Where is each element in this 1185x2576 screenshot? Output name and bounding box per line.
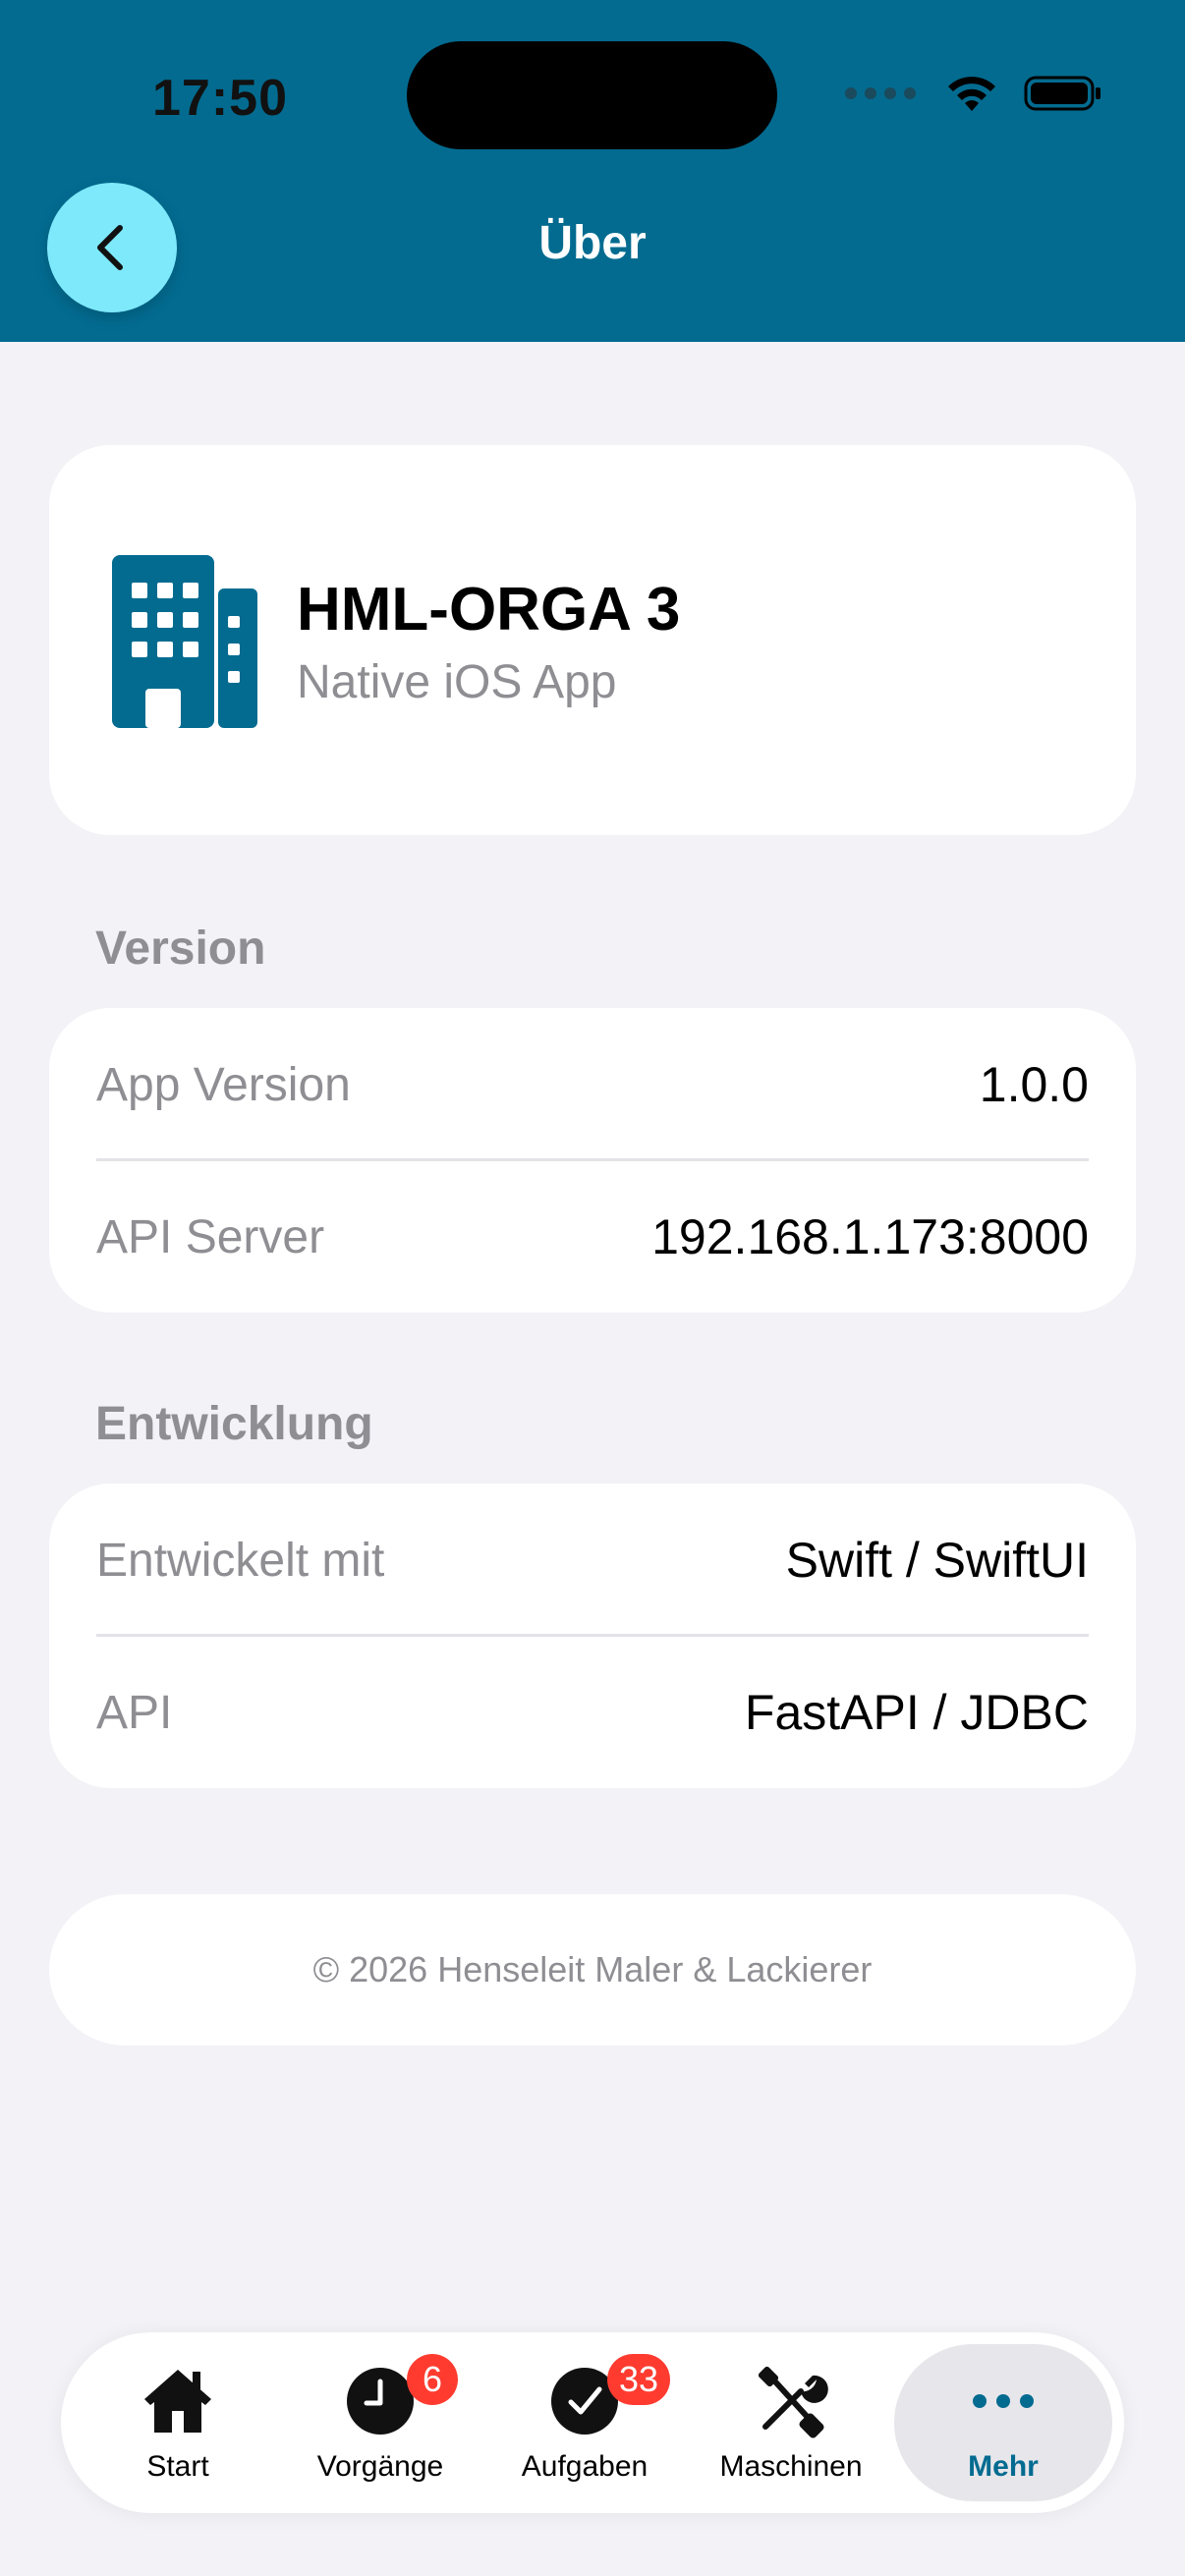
dynamic-island: [407, 41, 777, 149]
tab-label: Vorgänge: [316, 2450, 444, 2483]
row-label: API Server: [96, 1210, 325, 1263]
status-icons: [845, 69, 1102, 118]
row-value: Swift / SwiftUI: [785, 1533, 1089, 1588]
row-label: App Version: [96, 1058, 351, 1111]
row-value: FastAPI / JDBC: [744, 1685, 1089, 1740]
copyright-text: © 2026 Henseleit Maler & Lackierer: [312, 1949, 873, 1989]
row-label: API: [96, 1686, 173, 1739]
building-icon: [112, 555, 257, 728]
badge: 6: [407, 2354, 458, 2405]
tab-label: Mehr: [968, 2450, 1039, 2483]
tab-start[interactable]: Start: [77, 2332, 279, 2513]
tab-maschinen[interactable]: Maschinen: [688, 2332, 894, 2513]
wifi-icon: [948, 77, 995, 111]
battery-icon: [1024, 76, 1100, 111]
development-card: Entwickelt mit Swift / SwiftUI API FastA…: [49, 1484, 1136, 1788]
tools-icon: [758, 2366, 828, 2438]
tab-mehr[interactable]: Mehr: [894, 2332, 1112, 2513]
badge: 33: [607, 2354, 671, 2405]
house-icon: [144, 2370, 211, 2433]
row-app-version: App Version 1.0.0: [96, 1008, 1089, 1161]
row-api: API FastAPI / JDBC: [96, 1636, 1089, 1789]
section-label-version: Version: [95, 923, 266, 975]
screen: 17:50 Über HML-ORGA 3 Native iOS App Ver…: [0, 0, 1185, 2576]
tab-bar: Start Vorgänge 6 Aufgaben 33 Maschinen M…: [61, 2332, 1124, 2513]
tab-label: Start: [146, 2450, 209, 2483]
tab-aufgaben[interactable]: Aufgaben 33: [481, 2332, 688, 2513]
tab-label: Maschinen: [719, 2450, 863, 2483]
page-title: Über: [538, 217, 647, 269]
app-subtitle: Native iOS App: [297, 656, 617, 708]
copyright-card: © 2026 Henseleit Maler & Lackierer: [49, 1894, 1136, 2045]
app-name: HML-ORGA 3: [297, 576, 681, 644]
app-info-card: HML-ORGA 3 Native iOS App: [49, 445, 1136, 835]
ellipsis-icon: [973, 2394, 1034, 2408]
signal-icon: [845, 87, 916, 99]
tab-vorgaenge[interactable]: Vorgänge 6: [279, 2332, 481, 2513]
row-value: 1.0.0: [979, 1057, 1089, 1112]
row-developed-with: Entwickelt mit Swift / SwiftUI: [96, 1484, 1089, 1637]
tab-label: Aufgaben: [521, 2450, 649, 2483]
status-time: 17:50: [152, 70, 288, 127]
row-api-server: API Server 192.168.1.173:8000: [96, 1160, 1089, 1314]
row-value: 192.168.1.173:8000: [651, 1209, 1089, 1264]
version-card: App Version 1.0.0 API Server 192.168.1.1…: [49, 1008, 1136, 1313]
section-label-development: Entwicklung: [95, 1398, 373, 1450]
header: 17:50 Über: [0, 0, 1185, 342]
row-label: Entwickelt mit: [96, 1534, 385, 1587]
